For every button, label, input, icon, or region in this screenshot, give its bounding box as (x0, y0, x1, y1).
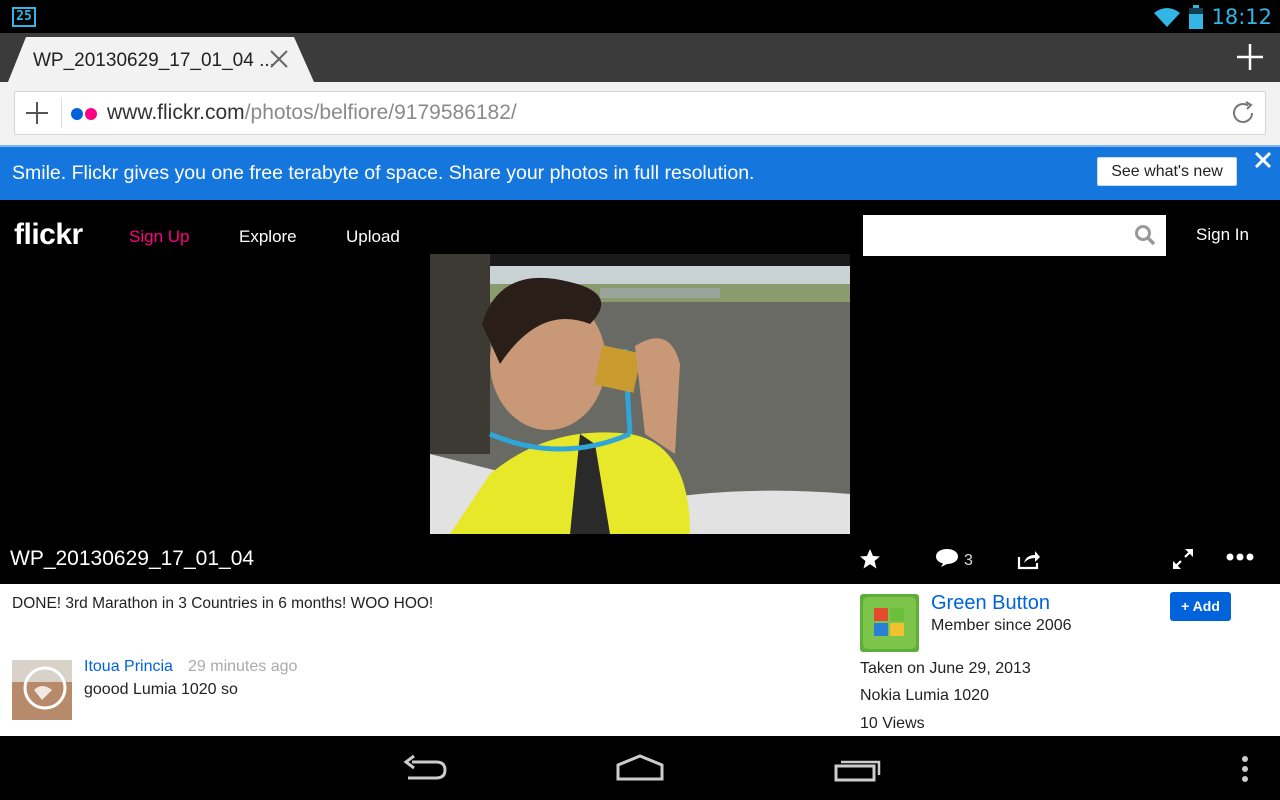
see-whats-new-button[interactable]: See what's new (1097, 157, 1237, 186)
home-icon[interactable] (615, 754, 665, 782)
browser-tab[interactable]: WP_20130629_17_01_04 ... (8, 37, 314, 82)
status-icons: 18:12 (1153, 4, 1272, 30)
wifi-icon (1154, 8, 1181, 27)
comment-author[interactable]: Itoua Princia (84, 658, 173, 676)
share-icon[interactable] (1017, 548, 1041, 570)
search-icon[interactable] (1134, 224, 1156, 246)
comment-count: 3 (964, 552, 973, 569)
comment-text: goood Lumia 1020 so (84, 681, 238, 698)
overflow-menu-icon[interactable] (1240, 756, 1250, 784)
flickr-logo[interactable]: flickr (14, 218, 83, 252)
banner-text: Smile. Flickr gives you one free terabyt… (12, 162, 755, 184)
status-bar: 25 18:12 (0, 0, 1280, 33)
search-input[interactable] (863, 215, 1166, 256)
url-text[interactable]: www.flickr.com/photos/belfiore/917958618… (107, 101, 517, 125)
close-banner-icon[interactable] (1254, 151, 1272, 169)
comment-icon[interactable] (935, 548, 959, 568)
favorite-star-icon[interactable] (859, 548, 881, 570)
url-bar[interactable]: www.flickr.com/photos/belfiore/917958618… (14, 91, 1266, 135)
photo-title: WP_20130629_17_01_04 (10, 547, 255, 570)
tab-strip: WP_20130629_17_01_04 ... (0, 33, 1280, 82)
battery-icon (1189, 5, 1204, 29)
nav-upload[interactable]: Upload (346, 227, 400, 247)
url-host: www.flickr.com (107, 101, 245, 124)
flickr-favicon-icon (71, 108, 97, 120)
owner-member-since: Member since 2006 (931, 617, 1072, 634)
fullscreen-icon[interactable] (1172, 548, 1194, 570)
clock: 18:12 (1211, 5, 1272, 29)
flickr-photo-page: flickr Sign Up Explore Upload Sign In WP… (0, 200, 1280, 584)
tab-title: WP_20130629_17_01_04 ... (33, 50, 275, 71)
promo-banner: Smile. Flickr gives you one free terabyt… (0, 145, 1280, 200)
comment-time: 29 minutes ago (188, 658, 298, 675)
main-photo[interactable] (430, 254, 850, 534)
photo-details: DONE! 3rd Marathon in 3 Countries in 6 m… (0, 584, 1280, 736)
nav-explore[interactable]: Explore (239, 227, 297, 247)
recent-apps-icon[interactable] (833, 756, 883, 784)
new-tab-icon[interactable] (1236, 43, 1264, 71)
nav-sign-up[interactable]: Sign Up (129, 227, 189, 247)
more-options-icon[interactable] (1226, 552, 1254, 562)
camera-model[interactable]: Nokia Lumia 1020 (860, 687, 989, 705)
photo-description: DONE! 3rd Marathon in 3 Countries in 6 m… (12, 595, 434, 612)
taken-date: Taken on June 29, 2013 (860, 660, 1031, 677)
reload-icon[interactable] (1229, 99, 1257, 127)
url-path: /photos/belfiore/9179586182/ (244, 101, 517, 124)
add-contact-button[interactable]: + Add (1170, 592, 1231, 621)
sign-in-link[interactable]: Sign In (1196, 225, 1249, 245)
notification-badge: 25 (12, 7, 36, 27)
url-divider (61, 98, 62, 128)
owner-avatar[interactable] (860, 594, 919, 652)
address-area: www.flickr.com/photos/belfiore/917958618… (0, 82, 1280, 145)
android-nav-bar (0, 736, 1280, 800)
owner-name[interactable]: Green Button (931, 592, 1050, 615)
back-icon[interactable] (402, 752, 448, 782)
commenter-avatar[interactable] (12, 660, 72, 720)
add-bookmark-icon[interactable] (25, 101, 49, 125)
view-count: 10 Views (860, 715, 925, 732)
close-tab-icon[interactable] (269, 49, 289, 69)
